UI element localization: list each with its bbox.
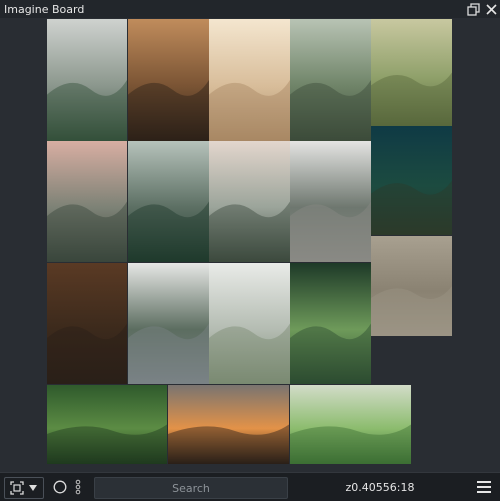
image-misty-forest-valley[interactable] xyxy=(47,19,127,141)
vertical-dots-icon[interactable] xyxy=(72,478,84,496)
image-snowy-peaks-forest[interactable] xyxy=(209,141,290,262)
image-foggy-pine-forest[interactable] xyxy=(128,141,209,262)
image-pink-mist-mountains[interactable] xyxy=(47,141,127,262)
image-sand-texture[interactable] xyxy=(371,236,452,336)
zoom-readout: z0.40556:18 xyxy=(345,480,415,494)
circle-icon[interactable] xyxy=(52,479,68,495)
search-field[interactable] xyxy=(94,477,288,499)
image-sunset-silhouettes[interactable] xyxy=(168,385,289,464)
close-icon[interactable] xyxy=(482,0,500,18)
window-title: Imagine Board xyxy=(4,2,85,16)
image-board[interactable] xyxy=(0,18,500,472)
image-tree-bark-closeup[interactable] xyxy=(128,19,209,141)
status-bar: z0.40556:18 xyxy=(0,472,500,501)
image-misty-lake[interactable] xyxy=(128,263,209,384)
image-sunlit-dried-flower[interactable] xyxy=(209,19,290,141)
search-input[interactable] xyxy=(95,478,287,498)
dropdown-arrow-icon xyxy=(29,485,37,491)
restore-window-icon[interactable] xyxy=(464,0,482,18)
image-foggy-hills-cabin[interactable] xyxy=(209,263,290,384)
image-fallen-leaves[interactable] xyxy=(47,263,127,384)
image-fern-leaf[interactable] xyxy=(290,263,371,384)
image-butterfly-wildflowers[interactable] xyxy=(371,19,452,126)
image-river-bank-teapot[interactable] xyxy=(290,19,371,141)
image-green-leaves[interactable] xyxy=(47,385,167,464)
image-leaf-sprouts[interactable] xyxy=(290,385,411,464)
hamburger-menu-icon[interactable] xyxy=(474,477,494,497)
fit-view-button[interactable] xyxy=(4,477,44,499)
image-aerial-coastline[interactable] xyxy=(371,126,452,235)
fit-to-screen-icon xyxy=(10,481,24,495)
title-bar[interactable]: Imagine Board xyxy=(0,0,500,18)
image-forest-road[interactable] xyxy=(290,141,371,262)
